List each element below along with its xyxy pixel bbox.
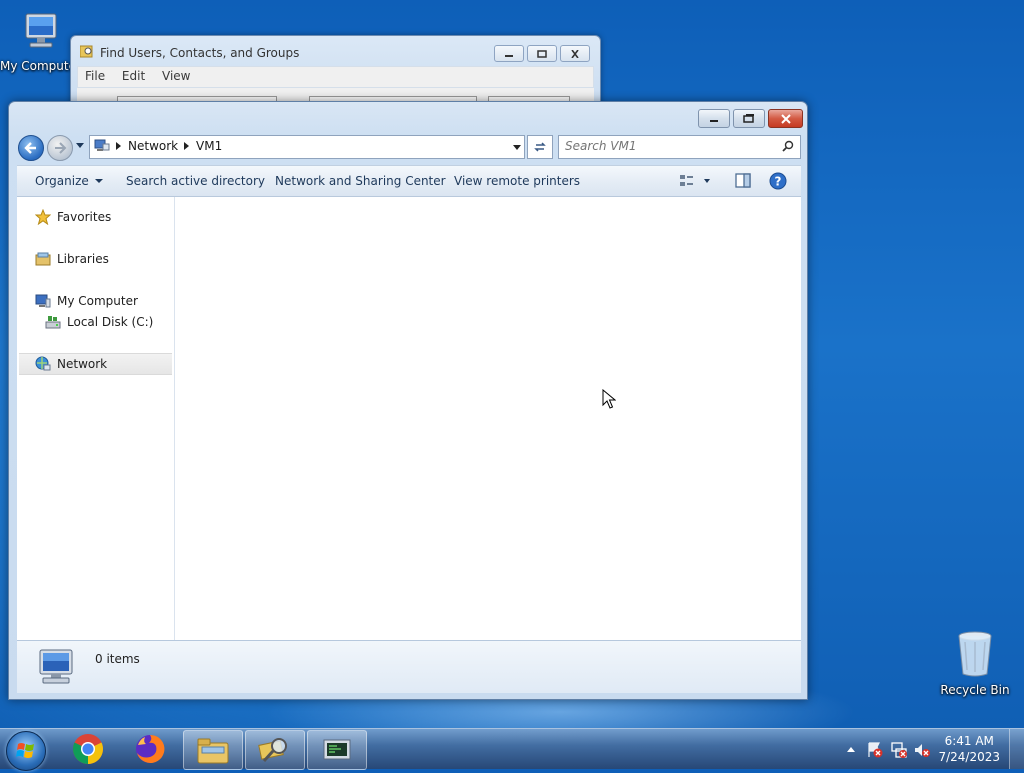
caption-buttons — [698, 109, 803, 128]
desktop-my-computer[interactable]: My Computer — [0, 10, 81, 73]
close-icon — [780, 113, 791, 124]
recycle-bin-icon — [958, 631, 992, 677]
command-bar: Organize Search active directory Network… — [17, 165, 801, 197]
maximize-icon — [743, 114, 754, 123]
search-active-directory-button[interactable]: Search active directory — [126, 174, 265, 188]
taskbar-terminal[interactable] — [307, 730, 367, 770]
nav-item-favorites[interactable]: Favorites — [17, 207, 174, 227]
organize-button[interactable]: Organize — [35, 174, 103, 188]
clock-time: 6:41 AM — [944, 734, 994, 748]
find-users-icon — [80, 45, 93, 58]
help-icon[interactable]: ? — [769, 172, 787, 190]
search-icon — [782, 140, 794, 152]
terminal-icon — [323, 739, 351, 760]
close-icon — [571, 49, 579, 58]
menu-edit[interactable]: Edit — [115, 67, 151, 83]
computer-icon — [25, 13, 57, 48]
view-remote-printers-button[interactable]: View remote printers — [454, 174, 580, 188]
minimize-button[interactable] — [494, 45, 524, 62]
refresh-icon — [534, 142, 546, 152]
menu-bar: File Edit View — [77, 66, 594, 88]
maximize-button[interactable] — [733, 109, 765, 128]
breadcrumb-separator[interactable] — [116, 142, 121, 150]
item-count: 0 items — [95, 652, 140, 666]
address-dropdown[interactable] — [513, 145, 521, 150]
nav-item-local-disk[interactable]: Local Disk (C:) — [17, 312, 174, 332]
refresh-button[interactable] — [527, 135, 553, 159]
forward-button[interactable] — [47, 135, 73, 161]
back-button[interactable] — [18, 135, 44, 161]
computer-icon — [35, 294, 51, 308]
view-options-icon[interactable] — [679, 173, 713, 189]
menu-view[interactable]: View — [155, 67, 196, 83]
details-pane: 0 items — [17, 640, 801, 693]
address-bar[interactable]: Network VM1 — [89, 135, 525, 159]
nav-item-network[interactable]: Network — [19, 353, 172, 375]
network-status-icon[interactable] — [890, 741, 908, 759]
svg-text:?: ? — [775, 175, 782, 189]
desktop-icon-label: Recycle Bin — [940, 683, 1010, 697]
minimize-button[interactable] — [698, 109, 730, 128]
nav-item-label: My Computer — [57, 294, 138, 308]
disk-icon — [45, 316, 61, 329]
firefox-icon — [136, 734, 165, 763]
file-explorer-icon — [197, 738, 229, 764]
arrow-left-icon — [24, 142, 36, 154]
network-sharing-center-button[interactable]: Network and Sharing Center — [275, 174, 446, 188]
explorer-content: Favorites Libraries My Computer Local Di… — [17, 197, 801, 640]
search-input[interactable] — [565, 138, 775, 154]
menu-file[interactable]: File — [78, 67, 111, 83]
explorer-window[interactable]: Network VM1 Organize Search active direc… — [8, 101, 808, 700]
minimize-icon — [505, 54, 513, 57]
clock[interactable]: 6:41 AM 7/24/2023 — [938, 733, 1000, 765]
chrome-icon — [73, 734, 103, 764]
taskbar-chrome[interactable] — [59, 730, 117, 768]
address-row: Network VM1 — [17, 133, 801, 161]
desktop-icon-label: My Computer — [0, 59, 81, 73]
maximize-icon — [537, 49, 547, 58]
taskbar-firefox[interactable] — [121, 730, 179, 768]
nav-item-my-computer[interactable]: My Computer — [17, 291, 174, 311]
breadcrumb-vm1[interactable]: VM1 — [196, 139, 222, 153]
network-icon — [94, 139, 110, 151]
nav-item-label: Network — [57, 357, 108, 371]
start-button[interactable] — [6, 731, 46, 771]
file-list-pane[interactable] — [175, 197, 801, 640]
close-button[interactable] — [768, 109, 803, 128]
taskbar: 6:41 AM 7/24/2023 — [0, 728, 1024, 771]
mouse-cursor-icon — [602, 389, 616, 409]
show-hidden-icons-icon[interactable] — [846, 745, 856, 753]
network-icon — [35, 356, 51, 371]
action-center-icon[interactable] — [866, 741, 884, 759]
star-icon — [35, 209, 51, 225]
search-box[interactable] — [558, 135, 801, 159]
windows-logo-icon — [16, 743, 34, 758]
taskbar-find-users[interactable] — [245, 730, 305, 770]
search-users-icon — [258, 738, 287, 763]
breadcrumb-network[interactable]: Network — [128, 139, 178, 153]
arrow-right-icon — [55, 142, 67, 154]
show-desktop-button[interactable] — [1009, 729, 1024, 769]
computer-icon — [39, 649, 73, 684]
nav-item-label: Libraries — [57, 252, 109, 266]
preview-pane-icon[interactable] — [735, 173, 751, 188]
window-title: Find Users, Contacts, and Groups — [100, 46, 300, 60]
breadcrumb-separator[interactable] — [184, 142, 189, 150]
desktop-recycle-bin[interactable]: Recycle Bin — [935, 630, 1015, 697]
nav-item-label: Favorites — [57, 210, 112, 224]
taskbar-file-explorer[interactable] — [183, 730, 243, 770]
nav-item-libraries[interactable]: Libraries — [17, 249, 174, 269]
volume-muted-icon[interactable] — [913, 741, 931, 759]
recent-pages-dropdown[interactable] — [75, 142, 85, 150]
minimize-icon — [710, 119, 718, 122]
clock-date: 7/24/2023 — [938, 750, 1000, 764]
libraries-icon — [35, 252, 51, 266]
close-button[interactable] — [560, 45, 590, 62]
navigation-pane[interactable]: Favorites Libraries My Computer Local Di… — [17, 197, 175, 640]
maximize-button[interactable] — [527, 45, 557, 62]
nav-item-label: Local Disk (C:) — [67, 315, 154, 329]
